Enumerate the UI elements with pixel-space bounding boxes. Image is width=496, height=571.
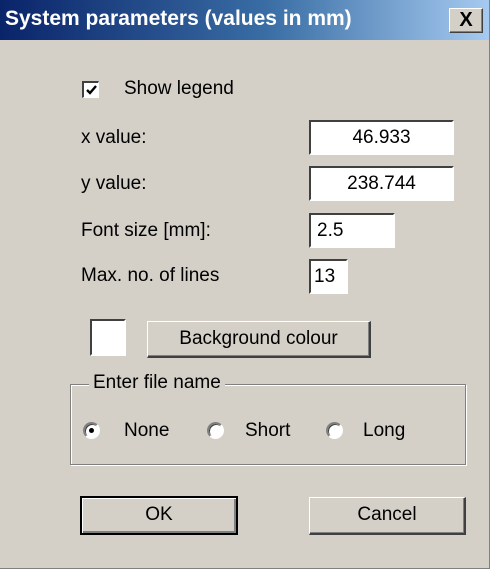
max-lines-label: Max. no. of lines xyxy=(81,265,220,286)
radio-short[interactable] xyxy=(207,422,224,439)
close-icon: X xyxy=(459,9,473,31)
radio-long[interactable] xyxy=(326,422,343,439)
show-legend-label: Show legend xyxy=(124,78,234,99)
font-size-input[interactable]: 2.5 xyxy=(309,213,395,248)
radio-selected-dot xyxy=(89,428,94,433)
y-value-input[interactable]: 238.744 xyxy=(309,166,454,201)
radio-long-label[interactable]: Long xyxy=(363,420,405,442)
file-name-group-label: Enter file name xyxy=(89,372,225,394)
radio-none-label[interactable]: None xyxy=(124,420,169,442)
background-colour-swatch xyxy=(90,319,126,356)
dialog-title: System parameters (values in mm) xyxy=(5,7,352,30)
radio-none[interactable] xyxy=(83,422,100,439)
ok-button-label: OK xyxy=(145,504,173,525)
max-lines-input[interactable]: 13 xyxy=(309,259,348,294)
radio-short-label[interactable]: Short xyxy=(245,420,290,442)
title-bar[interactable]: System parameters (values in mm) X xyxy=(0,0,489,40)
y-value-label: y value: xyxy=(81,173,147,194)
show-legend-checkbox[interactable] xyxy=(82,81,99,98)
ok-button[interactable]: OK xyxy=(80,496,238,535)
font-size-label: Font size [mm]: xyxy=(81,220,211,241)
x-value-label: x value: xyxy=(81,127,147,148)
cancel-button-label: Cancel xyxy=(357,504,417,525)
background-colour-button-label: Background colour xyxy=(179,328,338,349)
checkmark-icon xyxy=(86,85,97,95)
close-button[interactable]: X xyxy=(449,8,483,33)
system-parameters-dialog: System parameters (values in mm) X Show … xyxy=(0,0,490,569)
x-value-input[interactable]: 46.933 xyxy=(309,120,454,155)
cancel-button[interactable]: Cancel xyxy=(309,497,466,535)
background-colour-button[interactable]: Background colour xyxy=(147,321,371,358)
